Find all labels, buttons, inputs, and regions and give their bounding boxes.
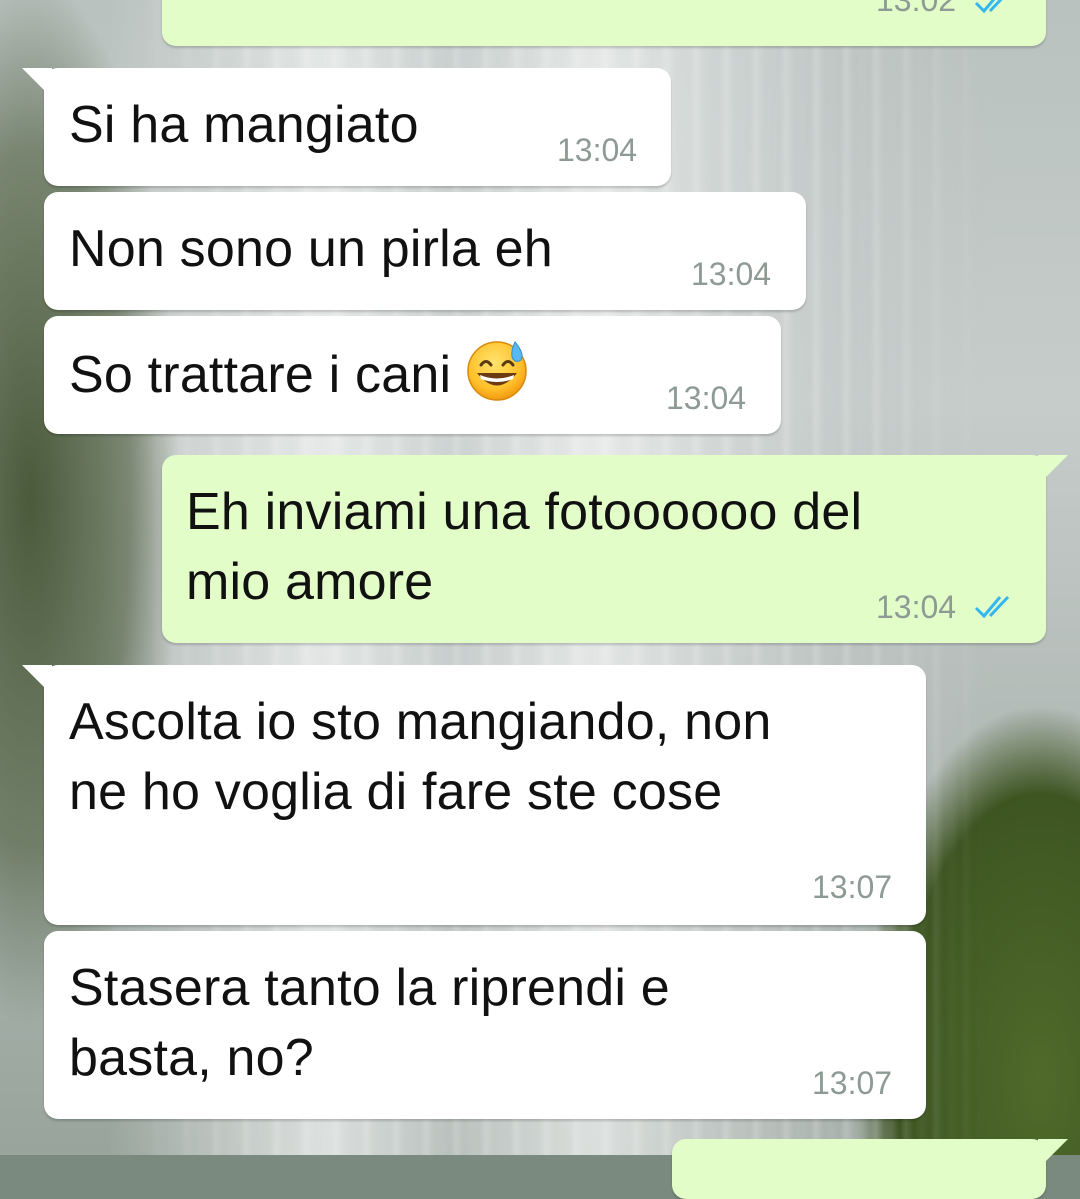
message-time: 13:04: [666, 380, 747, 416]
message-bubble-incoming[interactable]: Ascolta io sto mangiando, non ne ho vogl…: [22, 665, 926, 925]
message-text-line: basta, no?: [69, 1029, 314, 1087]
message-text: Si ha mangiato: [69, 96, 419, 154]
message-bubble-outgoing[interactable]: [672, 1139, 1068, 1199]
message-bubble-incoming[interactable]: Non sono un pirla eh 13:04: [44, 192, 806, 310]
bubble-tail: [22, 665, 52, 695]
message-bubble-outgoing[interactable]: 13:02: [162, 0, 1046, 46]
message-bubble-incoming[interactable]: So trattare i cani 13:04: [44, 316, 781, 434]
message-time: 13:07: [812, 869, 893, 905]
grinning-face-with-sweat-icon: [467, 341, 527, 401]
message-bubble-outgoing[interactable]: Eh inviami una fotoooooo del mio amore 1…: [162, 455, 1068, 643]
message-text-line: Ascolta io sto mangiando, non: [69, 693, 772, 751]
bubble-tail: [22, 68, 52, 98]
message-time: 13:04: [691, 256, 772, 292]
message-time: 13:04: [876, 589, 957, 625]
message-time: 13:07: [812, 1065, 893, 1101]
message-time: 13:04: [557, 132, 638, 168]
message-bubble-incoming[interactable]: Stasera tanto la riprendi e basta, no? 1…: [44, 931, 926, 1119]
message-text-content: So trattare i cani: [69, 346, 452, 404]
message-time: 13:02: [876, 0, 957, 18]
bubble-tail: [1038, 455, 1068, 485]
message-text-line: Stasera tanto la riprendi e: [69, 959, 670, 1017]
message-text: So trattare i cani: [69, 338, 529, 410]
message-text-line: Eh inviami una fotoooooo del: [186, 483, 863, 541]
read-double-tick-icon: [974, 0, 1003, 14]
bubble-tail: [1038, 1139, 1068, 1169]
read-double-tick-icon: [974, 595, 1010, 619]
message-bubble-incoming[interactable]: Si ha mangiato 13:04: [22, 68, 671, 186]
message-text-line: mio amore: [186, 553, 434, 611]
message-text-line: ne ho voglia di fare ste cose: [69, 763, 723, 821]
message-text: Non sono un pirla eh: [69, 220, 553, 278]
